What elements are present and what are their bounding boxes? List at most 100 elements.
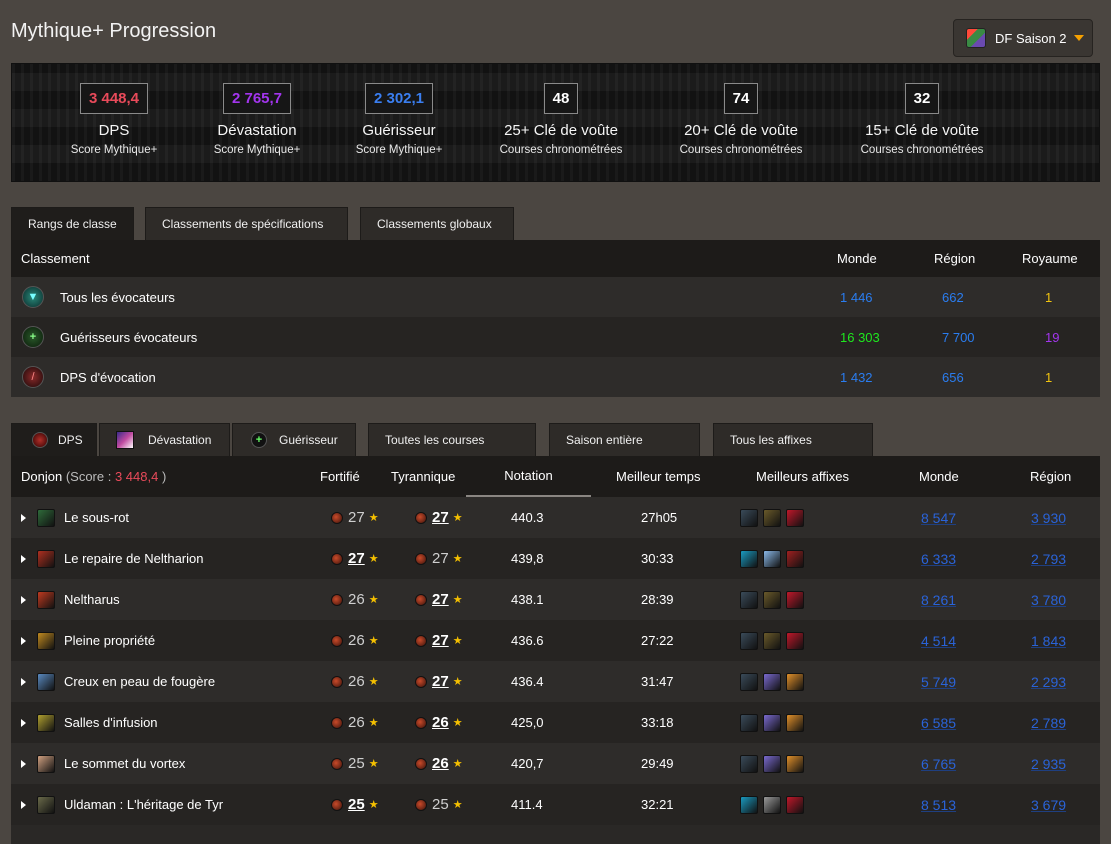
rank-row[interactable]: ▼ Tous les évocateurs 1 446 662 1 [11,277,1100,317]
dungeon-world-rank[interactable]: 8 261 [921,592,956,608]
tab-role-devastation[interactable]: Dévastation [99,423,230,456]
score-value: 48 [543,83,579,114]
dungeon-region-rank[interactable]: 3 780 [1031,592,1066,608]
dungeon-expand[interactable]: Le sous-rot [21,508,129,527]
dungeon-score-value: 3 448,4 [114,469,159,484]
dungeon-expand[interactable]: Le sommet du vortex [21,754,185,773]
rank-row-world: 1 446 [840,289,873,305]
season-selector[interactable]: DF Saison 2 [953,19,1093,57]
fortified-level: 26 ★ [331,714,379,731]
tab-role-healer[interactable]: + Guérisseur [232,423,356,456]
dungeon-row[interactable]: Uldaman : L'héritage de Tyr 25 ★ 25 ★ 411.4 32… [11,784,1100,825]
dungeon-world-rank[interactable]: 6 333 [921,551,956,567]
affix-icon [763,508,781,527]
header-world[interactable]: Monde [919,469,959,484]
dungeon-world-rank[interactable]: 5 749 [921,674,956,690]
score-value: 2 765,7 [222,83,292,114]
fortified-level: 26 ★ [331,673,379,690]
dungeon-header-label: Donjon [21,469,63,484]
dungeon-region-rank[interactable]: 2 293 [1031,674,1066,690]
tyrannical-level: 25 ★ [415,796,463,813]
star-icon: ★ [368,717,379,729]
tab-global-rankings[interactable]: Classements globaux [360,207,514,240]
dungeon-world-rank[interactable]: 6 765 [921,756,956,772]
rank-row[interactable]: / DPS d'évocation 1 432 656 1 [11,357,1100,397]
score-value: 3 448,4 [79,83,149,114]
dungeon-world-rank[interactable]: 4 514 [921,633,956,649]
affix-icon [786,754,804,773]
dungeon-icon [37,795,55,814]
affix-icon [786,590,804,609]
dungeon-name: Creux en peau de fougère [64,674,216,689]
tab-spec-rankings[interactable]: Classements de spécifications [145,207,348,240]
rank-row[interactable]: + Guérisseurs évocateurs 16 303 7 700 19 [11,317,1100,357]
star-icon: ★ [452,594,463,606]
tab-class-ranks[interactable]: Rangs de classe [11,207,134,240]
dungeon-affixes [740,713,809,732]
rank-row-name: Guérisseurs évocateurs [60,329,198,345]
dungeon-region-rank[interactable]: 2 793 [1031,551,1066,567]
dungeon-region-rank[interactable]: 3 679 [1031,797,1066,813]
affix-icon [740,672,758,691]
dungeon-best-time: 29:49 [641,756,674,771]
header-region[interactable]: Région [1030,469,1071,484]
dungeon-expand[interactable]: Salles d'infusion [21,713,158,732]
tab-role-dps[interactable]: DPS [11,423,97,456]
season-icon [966,28,986,48]
dungeon-row[interactable]: Neltharus 26 ★ 27 ★ 438.1 28:39 8 261 3 780 [11,579,1100,620]
dungeon-row[interactable]: Le sous-rot 27 ★ 27 ★ 440.3 27h05 8 547 3 930 [11,497,1100,538]
affix-icon [786,549,804,568]
keystone-icon [415,798,427,811]
dungeon-icon [37,672,55,691]
fortified-value: 26 [348,673,365,690]
dungeon-row[interactable]: Creux en peau de fougère 26 ★ 27 ★ 436.4 31:47… [11,661,1100,702]
affix-icon [740,713,758,732]
filter-affixes[interactable]: Tous les affixes [713,423,873,456]
star-icon: ★ [368,553,379,565]
dungeon-rating: 420,7 [511,756,544,771]
filter-runs[interactable]: Toutes les courses [368,423,536,456]
rank-row-realm: 1 [1045,289,1053,305]
dungeon-best-time: 31:47 [641,674,674,689]
healer-icon: + [251,432,267,448]
dungeon-expand[interactable]: Neltharus [21,590,120,609]
dungeon-expand[interactable]: Pleine propriété [21,631,155,650]
dungeon-world-rank[interactable]: 8 547 [921,510,956,526]
star-icon: ★ [368,758,379,770]
affix-icon [786,672,804,691]
tyrannical-value: 27 [432,673,449,690]
score-label: 20+ Clé de voûte [684,122,798,139]
filter-season[interactable]: Saison entière [549,423,700,456]
dungeon-expand[interactable]: Uldaman : L'héritage de Tyr [21,795,223,814]
star-icon: ★ [452,553,463,565]
expand-arrow-icon [21,595,26,604]
dungeon-region-rank[interactable]: 2 789 [1031,715,1066,731]
dungeon-row[interactable]: Salles d'infusion 26 ★ 26 ★ 425,0 33:18 6 585 2 … [11,702,1100,743]
score-banner: 3 448,4 DPS Score Mythique+ 2 765,7 Dévastat… [11,63,1100,182]
dungeon-region-rank[interactable]: 3 930 [1031,510,1066,526]
dungeon-world-rank[interactable]: 8 513 [921,797,956,813]
rank-row-world: 1 432 [840,369,873,385]
dungeon-expand[interactable]: Le repaire de Neltharion [21,549,203,568]
dungeon-expand[interactable]: Creux en peau de fougère [21,672,216,691]
tyrannical-value: 27 [432,591,449,608]
header-rating[interactable]: Notation [466,456,591,497]
score-label: 25+ Clé de voûte [504,122,618,139]
dungeon-region-rank[interactable]: 1 843 [1031,633,1066,649]
dungeon-row[interactable]: Le repaire de Neltharion 27 ★ 27 ★ 439,8 30:33… [11,538,1100,579]
dungeon-row[interactable]: Le sommet du vortex 25 ★ 26 ★ 420,7 29:49 6 765… [11,743,1100,784]
header-best-time[interactable]: Meilleur temps [616,469,701,484]
star-icon: ★ [452,717,463,729]
caret-down-icon [1073,35,1084,41]
dungeon-icon [37,508,55,527]
dungeon-world-rank[interactable]: 6 585 [921,715,956,731]
dungeon-row[interactable]: Pleine propriété 26 ★ 27 ★ 436.6 27:22 4 514 1 8… [11,620,1100,661]
dungeon-icon [37,549,55,568]
score-value: 32 [904,83,940,114]
dungeon-region-rank[interactable]: 2 935 [1031,756,1066,772]
dungeon-header: Donjon (Score : 3 448,4 ) [21,469,166,484]
tab-role-devastation-label: Dévastation [148,433,212,447]
header-tyrannical[interactable]: Tyrannique [391,469,455,484]
rank-row-name: DPS d'évocation [60,369,156,385]
header-fortified[interactable]: Fortifié [320,469,360,484]
